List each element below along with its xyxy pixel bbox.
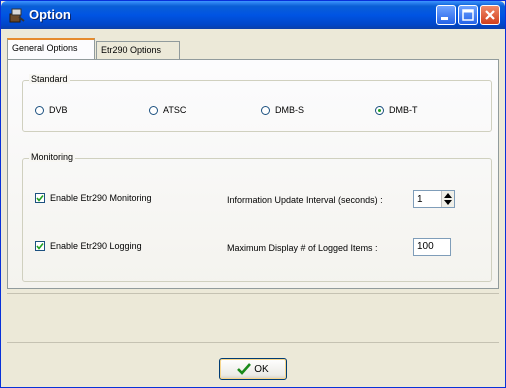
radio-dmb-t-label: DMB-T — [389, 105, 418, 115]
checkmark-icon — [237, 363, 252, 375]
tab-etr290-options[interactable]: Etr290 Options — [96, 41, 180, 60]
enable-logging-label: Enable Etr290 Logging — [50, 241, 142, 251]
radio-dvb-label: DVB — [49, 105, 68, 115]
spin-down-icon — [444, 200, 452, 205]
radio-atsc-label: ATSC — [163, 105, 187, 115]
enable-monitoring-label: Enable Etr290 Monitoring — [50, 193, 152, 203]
spin-up-icon — [444, 193, 452, 198]
spinner-buttons[interactable] — [441, 191, 454, 207]
close-button[interactable] — [480, 5, 500, 25]
maximize-icon — [462, 9, 474, 21]
tab-general-options[interactable]: General Options — [7, 38, 95, 59]
option-dialog: Option General Options Etr290 Options St… — [0, 0, 506, 388]
tool-app-icon — [9, 8, 25, 23]
enable-monitoring-checkbox[interactable]: Enable Etr290 Monitoring — [35, 193, 152, 203]
radio-dvb[interactable]: DVB — [35, 105, 68, 115]
radio-button-icon — [35, 105, 44, 115]
maximize-button[interactable] — [458, 5, 478, 25]
enable-logging-checkbox[interactable]: Enable Etr290 Logging — [35, 241, 142, 251]
standard-group: Standard DVB ATSC DMB-S DMB-T — [22, 74, 492, 132]
radio-button-icon — [149, 105, 158, 115]
close-icon — [485, 10, 495, 20]
max-display-input[interactable]: 100 — [413, 238, 451, 256]
window-title: Option — [29, 7, 71, 22]
max-display-label: Maximum Display # of Logged Items : — [227, 243, 378, 253]
radio-dmb-s[interactable]: DMB-S — [261, 105, 304, 115]
status-area — [7, 293, 499, 343]
radio-atsc[interactable]: ATSC — [149, 105, 186, 115]
radio-button-selected-icon — [375, 105, 384, 115]
update-interval-value: 1 — [417, 194, 423, 205]
standard-group-legend: Standard — [29, 74, 70, 84]
update-interval-label: Information Update Interval (seconds) : — [227, 195, 383, 205]
radio-dmb-s-label: DMB-S — [275, 105, 304, 115]
ok-button-label: OK — [254, 363, 269, 375]
minimize-icon — [441, 17, 448, 20]
radio-dmb-t[interactable]: DMB-T — [375, 105, 418, 115]
update-interval-spinner[interactable]: 1 — [413, 190, 455, 208]
monitoring-group-legend: Monitoring — [29, 152, 76, 162]
radio-button-icon — [261, 105, 270, 115]
ok-button[interactable]: OK — [219, 358, 287, 380]
general-options-panel: Standard DVB ATSC DMB-S DMB-T Monitoring — [7, 59, 499, 289]
title-bar[interactable]: Option — [1, 1, 505, 29]
monitoring-group: Monitoring Enable Etr290 Monitoring Info… — [22, 152, 492, 282]
checkbox-checked-icon — [35, 241, 45, 251]
minimize-button[interactable] — [436, 5, 456, 25]
checkbox-checked-icon — [35, 193, 45, 203]
